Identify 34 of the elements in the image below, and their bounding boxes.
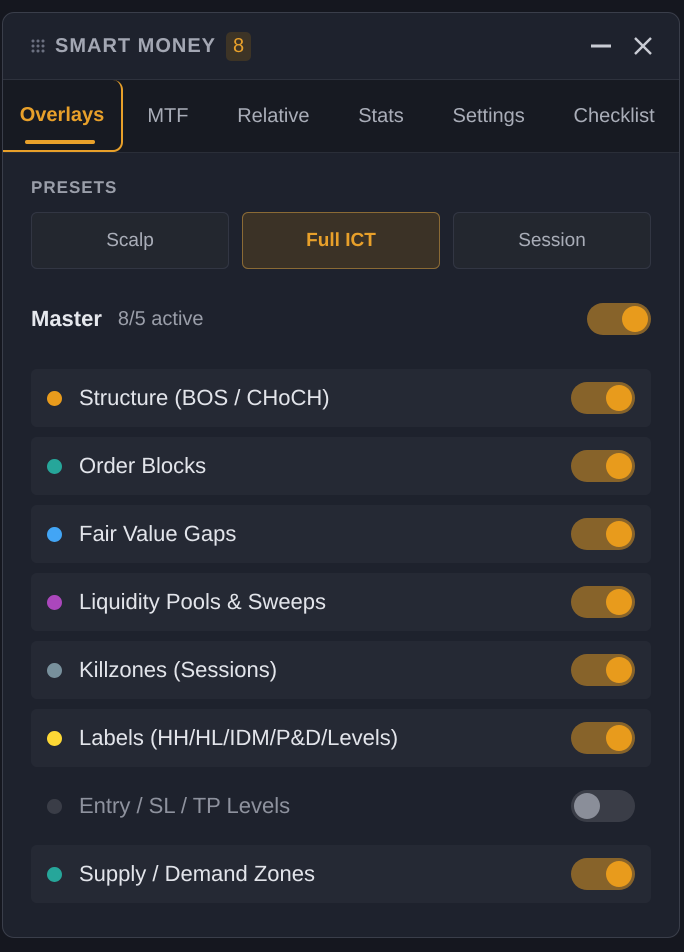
preset-button[interactable]: Session (453, 212, 651, 269)
overlay-label: Killzones (Sessions) (79, 657, 278, 683)
minimize-icon[interactable] (591, 44, 611, 48)
overlay-label: Labels (HH/HL/IDM/P&D/Levels) (79, 725, 398, 751)
tab[interactable]: MTF (123, 80, 213, 152)
overlay-toggle[interactable] (571, 586, 635, 618)
overlay-toggle[interactable] (571, 518, 635, 550)
tab[interactable]: Checklist (549, 80, 679, 152)
tab[interactable]: Overlays (3, 80, 123, 152)
preset-button[interactable]: Scalp (31, 212, 229, 269)
overlay-label: Entry / SL / TP Levels (79, 793, 290, 819)
count-badge: 8 (226, 32, 252, 60)
overlay-toggle[interactable] (571, 382, 635, 414)
close-icon[interactable] (633, 36, 653, 56)
overlay-toggle[interactable] (571, 858, 635, 890)
preset-button[interactable]: Full ICT (242, 212, 440, 269)
master-label: Master (31, 306, 102, 332)
overlay-label: Supply / Demand Zones (79, 861, 316, 887)
active-count: 8/5 active (118, 308, 204, 330)
overlay-toggle[interactable] (571, 790, 635, 822)
section-heading: PRESETS (31, 178, 118, 198)
tab[interactable]: Relative (212, 80, 334, 152)
overlay-toggle[interactable] (571, 722, 635, 754)
drag-handle-icon[interactable] (31, 39, 45, 53)
overlay-label: Fair Value Gaps (79, 521, 236, 547)
overlay-toggle[interactable] (571, 450, 635, 482)
overlay-label: Structure (BOS / CHoCH) (79, 385, 330, 411)
tab[interactable]: Stats (334, 80, 428, 152)
overlay-label: Liquidity Pools & Sweeps (79, 589, 326, 615)
master-toggle[interactable] (587, 303, 651, 335)
window-title: SMART MONEY (55, 34, 216, 58)
overlay-toggle[interactable] (571, 654, 635, 686)
overlay-label: Order Blocks (79, 453, 206, 479)
tab[interactable]: Settings (428, 80, 550, 152)
